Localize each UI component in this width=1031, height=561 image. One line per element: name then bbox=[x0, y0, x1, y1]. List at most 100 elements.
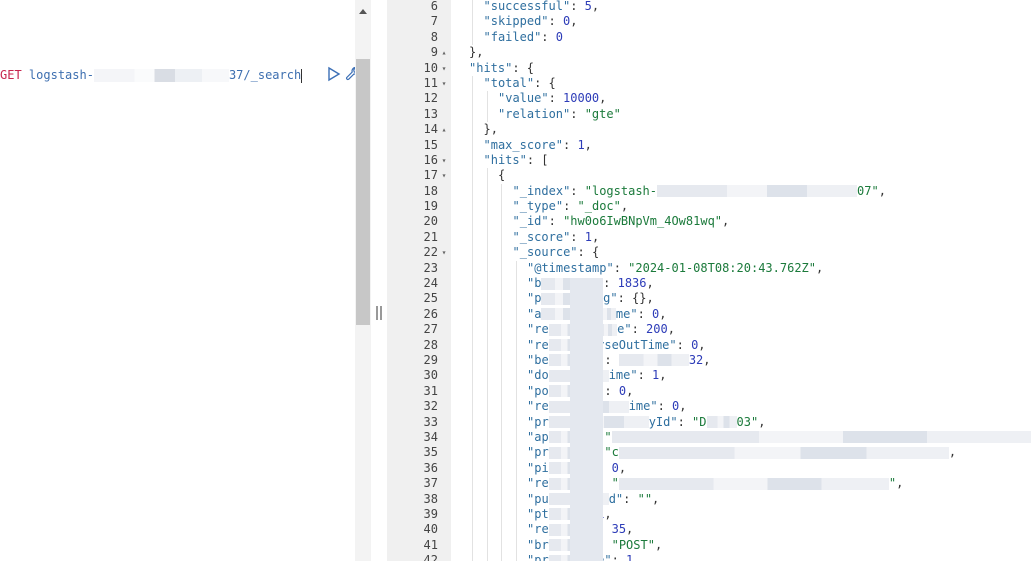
json-punctuation: : { bbox=[534, 75, 556, 90]
json-punctuation: , bbox=[626, 383, 634, 398]
indent-guide bbox=[515, 260, 517, 277]
indent-guide bbox=[515, 537, 517, 554]
indent-guide bbox=[472, 168, 473, 184]
indent-guide bbox=[486, 306, 488, 323]
indent-guide bbox=[472, 368, 473, 384]
json-number: 0 bbox=[618, 383, 627, 398]
json-punctuation: : bbox=[548, 91, 564, 106]
indent-guide bbox=[472, 29, 473, 46]
indent-guide bbox=[472, 445, 473, 461]
indent-guide bbox=[472, 260, 473, 277]
json-string: "POST" bbox=[611, 537, 655, 552]
indent-guide bbox=[501, 183, 502, 200]
line-number: 38 bbox=[423, 491, 438, 506]
json-punctuation: : bbox=[677, 414, 693, 429]
json-key: "a bbox=[527, 306, 542, 321]
code-line: 11 ▾ "total": { bbox=[387, 75, 1031, 92]
json-key: "pr bbox=[527, 553, 549, 561]
line-number: 18 bbox=[423, 183, 438, 198]
indent-guide bbox=[501, 322, 502, 338]
indent-guide bbox=[472, 183, 473, 200]
indent-guide bbox=[486, 383, 488, 400]
indent-guide bbox=[486, 91, 488, 107]
json-punctuation: : {}, bbox=[617, 291, 654, 306]
line-number: 19 bbox=[423, 199, 438, 214]
play-icon[interactable] bbox=[326, 66, 342, 82]
json-punctuation: , bbox=[758, 414, 766, 429]
indent-guide bbox=[472, 553, 473, 561]
json-punctuation: , bbox=[703, 352, 711, 367]
fold-collapse-icon[interactable]: ▾ bbox=[439, 168, 449, 183]
indent-guide bbox=[501, 476, 502, 492]
code-text: "re ParseOutTime": 0, bbox=[527, 338, 706, 353]
indent-guide bbox=[472, 399, 473, 415]
indent-guide bbox=[472, 429, 473, 446]
fold-collapse-icon[interactable]: ▾ bbox=[439, 76, 449, 91]
json-punctuation: , bbox=[878, 183, 886, 198]
editor-scrollbar[interactable] bbox=[355, 0, 371, 561]
json-key: "_type" bbox=[512, 199, 564, 214]
indent-guide bbox=[486, 229, 488, 246]
json-number: 1 bbox=[584, 229, 592, 244]
request-line[interactable]: GET logstash- 37/_search bbox=[0, 67, 340, 83]
indent-guide bbox=[486, 553, 488, 561]
line-number: 10 bbox=[423, 60, 438, 75]
json-key: "_id" bbox=[512, 214, 549, 229]
json-punctuation: : bbox=[611, 553, 627, 561]
indent-guide bbox=[515, 291, 517, 307]
drag-grip-icon[interactable] bbox=[376, 306, 382, 320]
code-text: "max_score": 1, bbox=[484, 138, 592, 153]
indent-guide bbox=[472, 460, 473, 477]
code-line: 32 "re ime": 0, bbox=[387, 399, 1031, 415]
json-string: " bbox=[604, 429, 612, 444]
indent-guide bbox=[472, 491, 473, 507]
line-number: 31 bbox=[423, 383, 438, 398]
fold-collapse-icon[interactable]: ▾ bbox=[439, 61, 449, 76]
indent-guide bbox=[501, 214, 502, 230]
fold-expand-icon[interactable]: ▴ bbox=[439, 45, 449, 60]
code-text: "_source": { bbox=[513, 245, 600, 260]
indent-guide bbox=[472, 352, 473, 369]
json-punctuation: , bbox=[604, 506, 612, 521]
json-punctuation: : bbox=[570, 0, 585, 13]
indent-guide bbox=[472, 537, 473, 554]
fold-collapse-icon[interactable]: ▾ bbox=[439, 153, 449, 168]
pane-divider[interactable] bbox=[371, 0, 387, 561]
indent-guide bbox=[486, 199, 488, 215]
code-text: "_type": "_doc", bbox=[513, 199, 629, 214]
indent-guide bbox=[472, 199, 473, 215]
json-punctuation: , bbox=[816, 260, 824, 275]
code-text: "failed": 0 bbox=[484, 30, 563, 45]
fold-expand-icon[interactable]: ▴ bbox=[439, 122, 449, 137]
json-punctuation: : bbox=[604, 383, 619, 398]
triangle-up-icon[interactable] bbox=[355, 5, 371, 17]
json-punctuation: : bbox=[604, 352, 619, 367]
scrollbar-thumb[interactable] bbox=[356, 59, 370, 325]
indent-guide bbox=[472, 306, 473, 323]
indent-guide bbox=[501, 383, 502, 400]
code-text: "successful": 5, bbox=[484, 0, 600, 14]
json-key: "be bbox=[527, 352, 549, 367]
request-editor[interactable]: GET logstash- 37/_search bbox=[0, 0, 361, 561]
line-number: 40 bbox=[423, 522, 438, 537]
json-punctuation: , bbox=[618, 460, 627, 475]
code-text: "_score": 1, bbox=[513, 230, 600, 245]
indent-guide bbox=[486, 260, 488, 277]
json-number: 10000 bbox=[563, 91, 600, 106]
indent-guide bbox=[515, 337, 517, 353]
json-punctuation: { bbox=[498, 168, 506, 183]
json-key: "pi bbox=[527, 460, 549, 475]
json-key: "hits" bbox=[483, 152, 527, 167]
indent-guide bbox=[501, 229, 502, 246]
response-viewer[interactable]: 6 "successful": 5, 7 "skipped": 0, 8 "failed"… bbox=[387, 0, 1031, 561]
line-number: 39 bbox=[423, 506, 438, 521]
line-number: 20 bbox=[423, 214, 438, 229]
indent-guide bbox=[501, 537, 502, 554]
json-punctuation: , bbox=[698, 337, 706, 352]
json-punctuation: , bbox=[626, 522, 634, 537]
json-punctuation: : { bbox=[512, 60, 535, 75]
fold-collapse-icon[interactable]: ▾ bbox=[439, 245, 449, 260]
json-punctuation: : bbox=[613, 260, 629, 275]
line-number: 16 bbox=[423, 152, 438, 167]
indent-guide bbox=[501, 506, 502, 523]
